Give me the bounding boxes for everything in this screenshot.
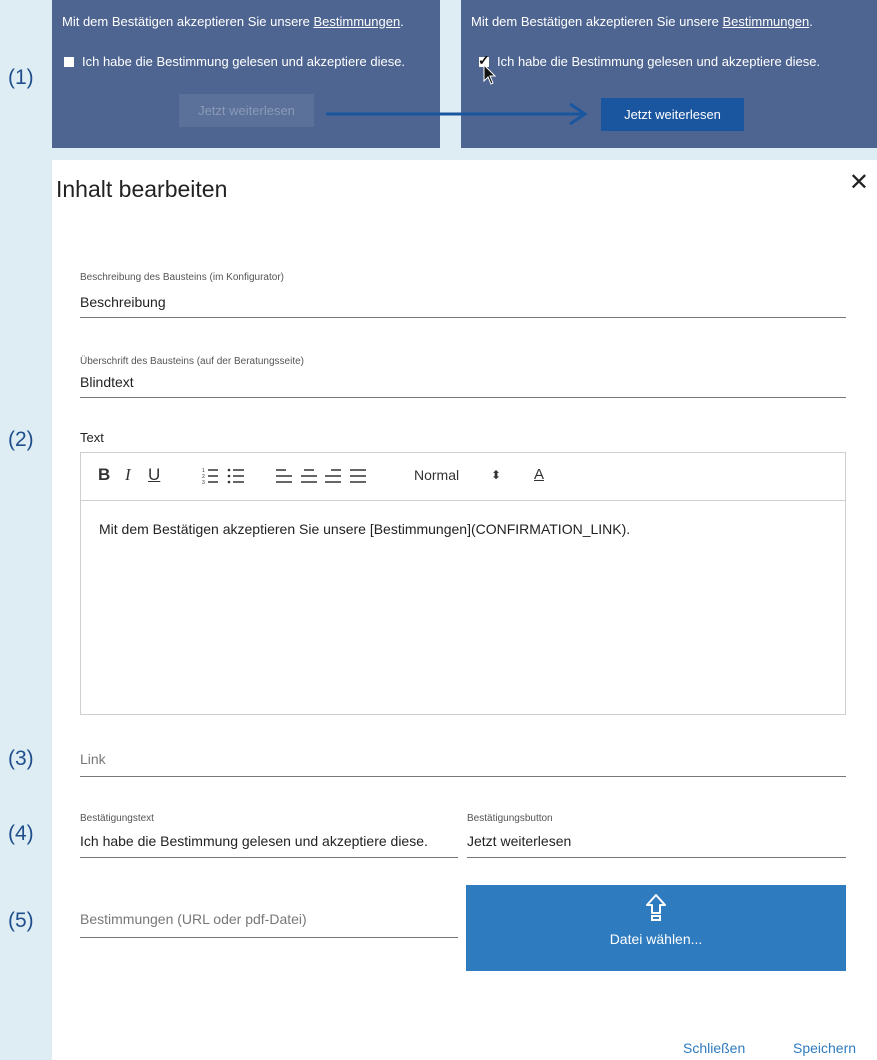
- ordered-list-icon[interactable]: 123: [201, 468, 219, 484]
- dialog-title: Inhalt bearbeiten: [56, 176, 228, 202]
- file-upload-label: Datei wählen...: [609, 931, 703, 947]
- editor-content[interactable]: Mit dem Bestätigen akzeptieren Sie unser…: [99, 521, 630, 537]
- align-justify-icon[interactable]: [349, 468, 367, 484]
- rich-text-editor[interactable]: B I U 123 Normal ⬍ A Mit dem Bestätigen …: [80, 452, 846, 715]
- step-label-3: (3): [8, 747, 34, 770]
- link-placeholder: Link: [80, 751, 106, 767]
- edit-dialog: Inhalt bearbeiten ✕ Beschreibung des Bau…: [52, 160, 877, 1060]
- editor-toolbar: B I U 123 Normal ⬍ A: [81, 453, 845, 501]
- bestaetigungsbutton-field[interactable]: Bestätigungsbutton Jetzt weiterlesen: [467, 813, 846, 858]
- underline-button[interactable]: U: [148, 465, 160, 485]
- beschreibung-field[interactable]: Beschreibung des Bausteins (im Konfigura…: [80, 272, 846, 318]
- align-center-icon[interactable]: [300, 468, 318, 484]
- bestaetigungstext-field[interactable]: Bestätigungstext Ich habe die Bestimmung…: [80, 813, 458, 858]
- ueberschrift-field[interactable]: Überschrift des Bausteins (auf der Berat…: [80, 356, 846, 398]
- svg-text:3: 3: [202, 480, 205, 484]
- bestaetigungstext-value: Ich habe die Bestimmung gelesen und akze…: [80, 833, 428, 849]
- beschreibung-label: Beschreibung des Bausteins (im Konfigura…: [80, 272, 284, 283]
- close-button[interactable]: Schließen: [683, 1040, 745, 1056]
- italic-button[interactable]: I: [125, 465, 131, 485]
- step-label-4: (4): [8, 822, 34, 845]
- header-select[interactable]: Normal: [414, 465, 459, 485]
- align-left-icon[interactable]: [275, 468, 293, 484]
- bestaetigungsbutton-label: Bestätigungsbutton: [467, 813, 553, 824]
- bestaetigungstext-label: Bestätigungstext: [80, 813, 154, 824]
- text-label: Text: [80, 430, 104, 445]
- step-label-5: (5): [8, 909, 34, 932]
- transition-arrow-icon: [326, 102, 588, 126]
- select-arrow-icon[interactable]: ⬍: [491, 465, 501, 485]
- bestimmungen-placeholder: Bestimmungen (URL oder pdf-Datei): [80, 911, 307, 927]
- beschreibung-value: Beschreibung: [80, 294, 166, 310]
- text-color-button[interactable]: A: [534, 465, 544, 485]
- bold-button[interactable]: B: [98, 465, 110, 485]
- close-icon[interactable]: ✕: [849, 168, 869, 197]
- ueberschrift-label: Überschrift des Bausteins (auf der Berat…: [80, 356, 304, 367]
- upload-arrow-icon: [646, 894, 666, 921]
- link-field[interactable]: Link: [80, 745, 846, 777]
- save-button[interactable]: Speichern: [793, 1040, 856, 1056]
- align-right-icon[interactable]: [324, 468, 342, 484]
- ueberschrift-value: Blindtext: [80, 374, 134, 390]
- file-upload-button[interactable]: Datei wählen...: [466, 885, 846, 971]
- bestaetigungsbutton-value: Jetzt weiterlesen: [467, 833, 572, 849]
- bestimmungen-field[interactable]: Bestimmungen (URL oder pdf-Datei): [80, 903, 458, 938]
- bullet-list-icon[interactable]: [227, 468, 245, 484]
- step-label-2: (2): [8, 428, 34, 451]
